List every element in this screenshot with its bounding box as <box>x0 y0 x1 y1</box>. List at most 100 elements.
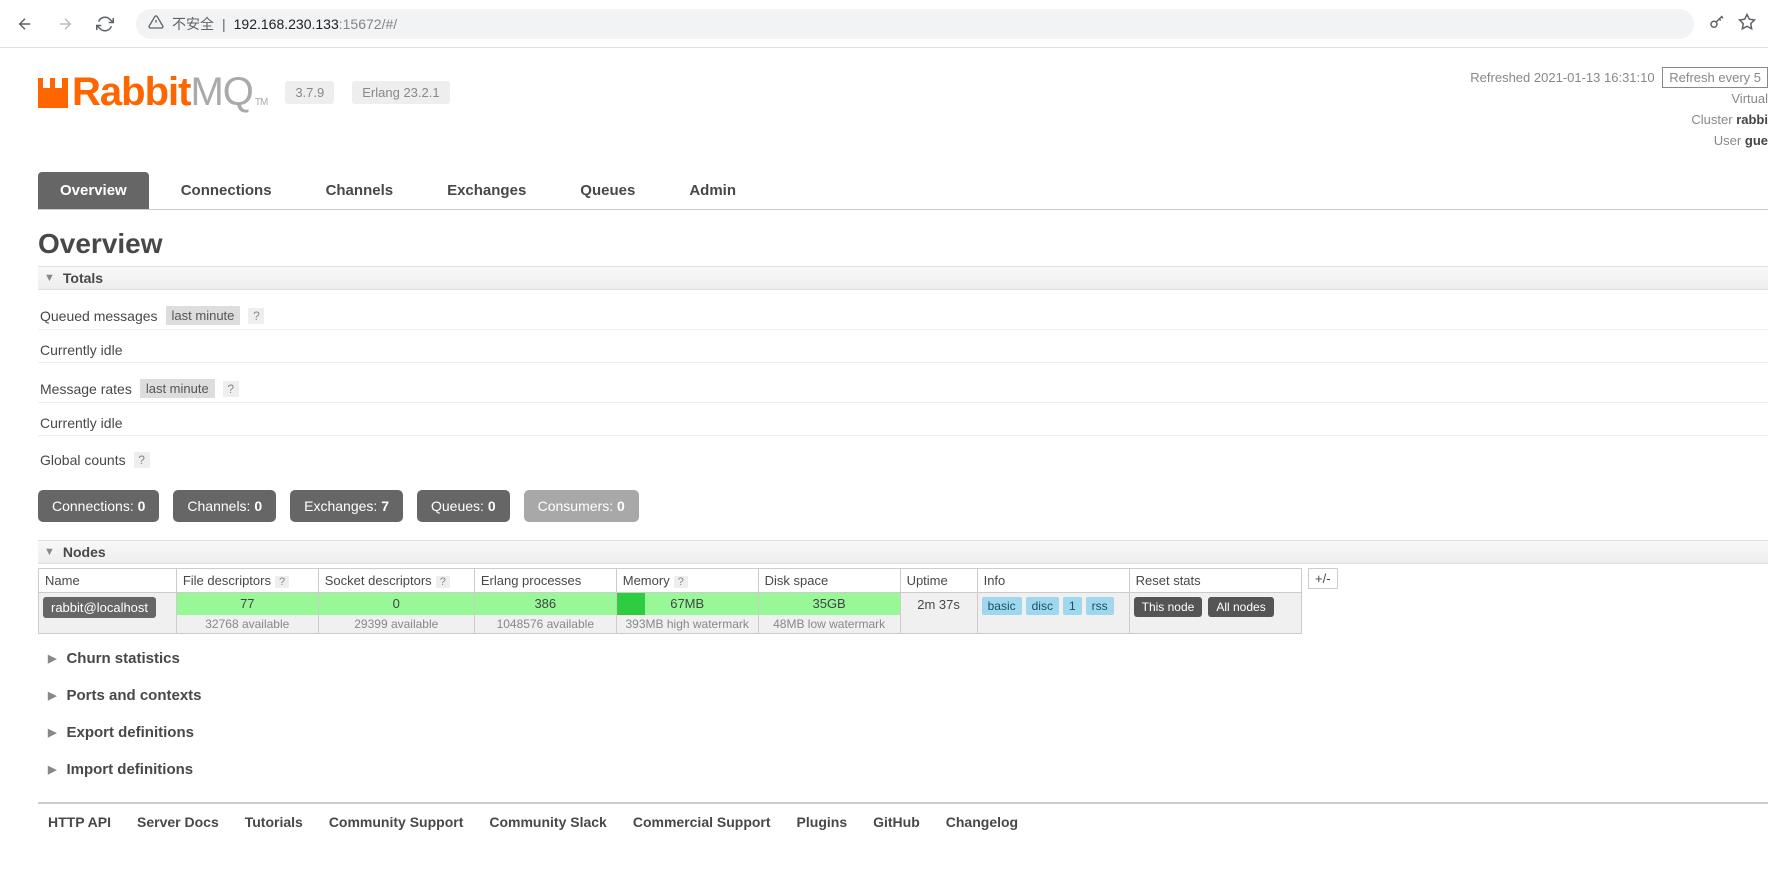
th-fd: File descriptors? <box>176 569 318 593</box>
logo-col: RabbitMQTM 3.7.9 Erlang 23.2.1 <box>38 70 450 115</box>
forward-button[interactable] <box>48 7 82 41</box>
count-exchanges[interactable]: Exchanges: 7 <box>290 490 403 522</box>
queued-idle: Currently idle <box>38 330 1768 363</box>
section-totals-label: Totals <box>63 270 103 286</box>
refresh-interval-select[interactable]: Refresh every 5 <box>1662 67 1768 88</box>
tab-admin[interactable]: Admin <box>667 172 758 209</box>
cell-mem: 67MB 393MB high watermark <box>616 593 758 634</box>
queued-help-icon[interactable]: ? <box>248 308 264 324</box>
section-nodes[interactable]: ▼ Nodes <box>38 540 1768 564</box>
reset-this-node-button[interactable]: This node <box>1134 597 1203 617</box>
th-reset: Reset stats <box>1129 569 1301 593</box>
url-sep: | <box>222 16 226 32</box>
main-tabs: Overview Connections Channels Exchanges … <box>38 172 1768 210</box>
footer-server-docs[interactable]: Server Docs <box>137 814 219 830</box>
sd-help-icon[interactable]: ? <box>436 576 450 588</box>
footer-commercial-support[interactable]: Commercial Support <box>633 814 771 830</box>
columns-toggle[interactable]: +/- <box>1308 568 1338 589</box>
logo-mark-icon <box>38 78 68 108</box>
tab-exchanges[interactable]: Exchanges <box>425 172 548 209</box>
nodes-table: Name File descriptors? Socket descriptor… <box>38 568 1302 634</box>
reset-all-nodes-button[interactable]: All nodes <box>1208 597 1273 617</box>
reload-button[interactable] <box>88 7 122 41</box>
footer-community-slack[interactable]: Community Slack <box>489 814 606 830</box>
key-icon[interactable] <box>1708 13 1726 34</box>
back-button[interactable] <box>8 7 42 41</box>
section-export[interactable]: ▶Export definitions <box>38 708 1768 745</box>
footer-changelog[interactable]: Changelog <box>946 814 1018 830</box>
tab-queues[interactable]: Queues <box>558 172 657 209</box>
cell-disk: 35GB 48MB low watermark <box>758 593 900 634</box>
count-connections[interactable]: Connections: 0 <box>38 490 159 522</box>
rates-help-icon[interactable]: ? <box>223 381 239 397</box>
nodes-wrap: Name File descriptors? Socket descriptor… <box>38 568 1768 634</box>
footer-separator <box>38 802 1768 804</box>
section-nodes-label: Nodes <box>63 544 106 560</box>
cell-reset: This node All nodes <box>1129 593 1301 634</box>
nodes-header-row: Name File descriptors? Socket descriptor… <box>39 569 1302 593</box>
info-tag-rss[interactable]: rss <box>1086 597 1114 615</box>
section-import[interactable]: ▶Import definitions <box>38 745 1768 782</box>
count-consumers[interactable]: Consumers: 0 <box>524 490 639 522</box>
info-tag-basic[interactable]: basic <box>982 597 1022 615</box>
info-tag-1[interactable]: 1 <box>1063 597 1082 615</box>
virtual-label: Virtual <box>1731 91 1768 106</box>
th-ep: Erlang processes <box>474 569 616 593</box>
logo-rabbit: Rabbit <box>72 70 190 115</box>
cell-fd: 77 32768 available <box>176 593 318 634</box>
footer-tutorials[interactable]: Tutorials <box>245 814 303 830</box>
user-label: User <box>1714 133 1741 148</box>
th-disk: Disk space <box>758 569 900 593</box>
cluster-label: Cluster <box>1691 112 1732 127</box>
rates-idle: Currently idle <box>38 403 1768 436</box>
section-totals[interactable]: ▼ Totals <box>38 266 1768 290</box>
global-help-icon[interactable]: ? <box>134 452 150 468</box>
cell-sd: 0 29399 available <box>318 593 474 634</box>
footer-plugins[interactable]: Plugins <box>797 814 848 830</box>
rates-label: Message rates <box>40 381 132 397</box>
star-icon[interactable] <box>1738 13 1756 34</box>
footer-http-api[interactable]: HTTP API <box>48 814 111 830</box>
th-name: Name <box>39 569 177 593</box>
fd-help-icon[interactable]: ? <box>275 576 289 588</box>
tab-channels[interactable]: Channels <box>304 172 416 209</box>
chevron-down-icon: ▼ <box>44 546 55 558</box>
th-sd: Socket descriptors? <box>318 569 474 593</box>
global-counts-row: Global counts ? <box>38 436 1768 472</box>
rates-range-chip[interactable]: last minute <box>140 379 215 398</box>
refreshed-time: 2021-01-13 16:31:10 <box>1534 70 1655 85</box>
node-name-badge[interactable]: rabbit@localhost <box>43 597 156 618</box>
logo-tm: TM <box>255 97 267 108</box>
message-rates-row: Message rates last minute ? <box>38 363 1768 403</box>
footer-community-support[interactable]: Community Support <box>329 814 464 830</box>
chevron-right-icon: ▶ <box>48 689 56 702</box>
chevron-right-icon: ▶ <box>48 726 56 739</box>
queued-label: Queued messages <box>40 308 158 324</box>
chevron-right-icon: ▶ <box>48 763 56 776</box>
tab-overview[interactable]: Overview <box>38 172 149 209</box>
section-ports[interactable]: ▶Ports and contexts <box>38 671 1768 708</box>
url-bar[interactable]: 不安全 | 192.168.230.133:15672/#/ <box>136 9 1694 39</box>
global-counts: Connections: 0 Channels: 0 Exchanges: 7 … <box>38 490 1768 522</box>
th-mem: Memory? <box>616 569 758 593</box>
rabbitmq-logo: RabbitMQTM <box>38 70 267 115</box>
section-churn[interactable]: ▶Churn statistics <box>38 634 1768 671</box>
global-label: Global counts <box>40 452 126 468</box>
count-channels[interactable]: Channels: 0 <box>173 490 276 522</box>
page-title: Overview <box>38 228 1768 260</box>
browser-chrome: 不安全 | 192.168.230.133:15672/#/ <box>0 0 1768 48</box>
info-tag-disc[interactable]: disc <box>1026 597 1059 615</box>
mem-help-icon[interactable]: ? <box>674 576 688 588</box>
version-pill: 3.7.9 <box>285 81 334 104</box>
cluster-value: rabbi <box>1736 112 1768 127</box>
footer-github[interactable]: GitHub <box>873 814 920 830</box>
header-row: RabbitMQTM 3.7.9 Erlang 23.2.1 Refreshed… <box>38 48 1768 154</box>
footer-links: HTTP API Server Docs Tutorials Community… <box>38 810 1768 834</box>
count-queues[interactable]: Queues: 0 <box>417 490 510 522</box>
tab-connections[interactable]: Connections <box>159 172 294 209</box>
refreshed-label: Refreshed <box>1470 70 1530 85</box>
cell-ep: 386 1048576 available <box>474 593 616 634</box>
chrome-actions <box>1708 13 1760 34</box>
queued-range-chip[interactable]: last minute <box>166 306 241 325</box>
th-uptime: Uptime <box>900 569 977 593</box>
